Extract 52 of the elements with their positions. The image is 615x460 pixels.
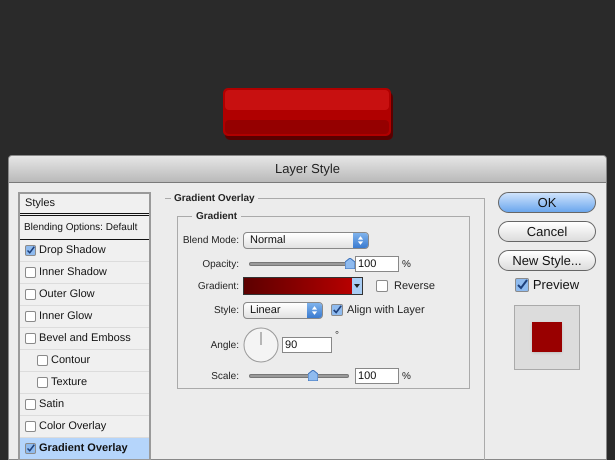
field-label: Gradient: (198, 280, 239, 294)
list-item[interactable]: Outer Glow (20, 284, 149, 306)
checkbox-label: Preview (532, 276, 580, 294)
dialog-button[interactable]: Cancel (498, 221, 596, 242)
section-title: Gradient Overlay (171, 191, 258, 206)
checkbox[interactable] (37, 377, 48, 388)
list-header: Styles (25, 196, 55, 212)
list-item[interactable]: Contour (20, 350, 149, 372)
checkbox[interactable] (514, 278, 529, 292)
dropdown[interactable]: Normal (243, 232, 369, 248)
field-label: Angle: (210, 338, 239, 352)
preview-swatch (532, 322, 562, 352)
window-title: Layer Style (274, 160, 340, 178)
dropdown-arrows-icon (353, 232, 368, 248)
checkbox[interactable] (25, 245, 36, 256)
list-item[interactable]: Blending Options: Default (20, 216, 149, 240)
checkbox[interactable] (25, 289, 36, 300)
checkbox[interactable] (25, 333, 36, 344)
checkbox[interactable] (331, 304, 343, 316)
checkbox[interactable] (37, 355, 48, 366)
list-item[interactable]: Inner Shadow (20, 262, 149, 284)
input-field[interactable]: 90 (282, 337, 332, 353)
unit-label: ° (335, 329, 339, 343)
checkbox[interactable] (25, 311, 36, 322)
list-item[interactable]: Gradient Overlay (20, 438, 149, 459)
unit-label: % (402, 370, 411, 384)
checkbox[interactable] (25, 267, 36, 278)
checkbox[interactable] (25, 443, 36, 454)
dropdown[interactable]: Linear (243, 302, 323, 318)
field-label: Scale: (211, 370, 239, 384)
checkbox[interactable] (25, 421, 36, 432)
dialog-button[interactable]: OK (498, 192, 596, 213)
checkbox[interactable] (376, 280, 388, 292)
checkbox-label: Reverse (394, 278, 435, 294)
dialog-button[interactable]: New Style... (498, 250, 596, 271)
gradient-picker[interactable] (243, 277, 363, 295)
dropdown-arrows-icon (307, 302, 322, 318)
input-field[interactable]: 100 (355, 256, 399, 272)
list-item[interactable]: Texture (20, 372, 149, 394)
list-item[interactable]: Drop Shadow (20, 240, 149, 262)
checkbox[interactable] (25, 399, 36, 410)
field-label: Blend Mode: (182, 234, 239, 248)
checkbox-label: Align with Layer (347, 302, 425, 318)
list-item[interactable]: Bevel and Emboss (20, 328, 149, 350)
input-field[interactable]: 100 (355, 368, 399, 384)
unit-label: % (402, 258, 411, 272)
angle-dial-icon[interactable] (243, 327, 279, 363)
slider-thumb[interactable] (308, 370, 318, 381)
field-label: Opacity: (202, 258, 239, 272)
list-item[interactable]: Satin (20, 394, 149, 416)
list-item[interactable]: Inner Glow (20, 306, 149, 328)
field-label: Style: (214, 304, 239, 318)
